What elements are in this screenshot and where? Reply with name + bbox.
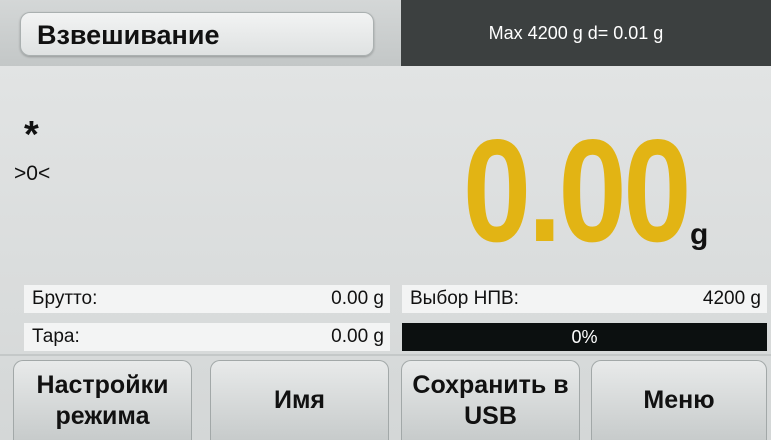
threshold-row: Выбор НПВ: 4200 g [402, 285, 767, 313]
gross-row: Брутто: 0.00 g [24, 285, 390, 313]
weight-unit: g [690, 218, 709, 251]
capacity-info: Max 4200 g d= 0.01 g [401, 0, 771, 66]
divider [0, 354, 771, 356]
stable-indicator-icon: * [24, 114, 39, 156]
capacity-progress-bar: 0% [402, 323, 767, 351]
balance-screen: Взвешивание Max 4200 g d= 0.01 g * >0< 0… [0, 0, 771, 440]
save-usb-button[interactable]: Сохранить в USB [401, 360, 580, 440]
threshold-value: 4200 g [702, 288, 761, 309]
name-button[interactable]: Имя [210, 360, 389, 440]
weight-readout: 0.00 [462, 109, 692, 272]
capacity-progress-text: 0% [571, 327, 598, 347]
mode-title[interactable]: Взвешивание [20, 12, 374, 56]
mode-settings-button[interactable]: Настройки режима [13, 360, 192, 440]
tare-label: Тара: [32, 326, 80, 347]
center-of-zero-indicator: >0< [14, 162, 51, 185]
gross-label: Брутто: [32, 288, 98, 309]
gross-value: 0.00 g [331, 288, 384, 309]
tare-row: Тара: 0.00 g [24, 323, 390, 351]
title-bar: Взвешивание Max 4200 g d= 0.01 g [0, 0, 771, 66]
menu-button[interactable]: Меню [591, 360, 767, 440]
threshold-label: Выбор НПВ: [410, 288, 519, 309]
tare-value: 0.00 g [331, 326, 384, 347]
